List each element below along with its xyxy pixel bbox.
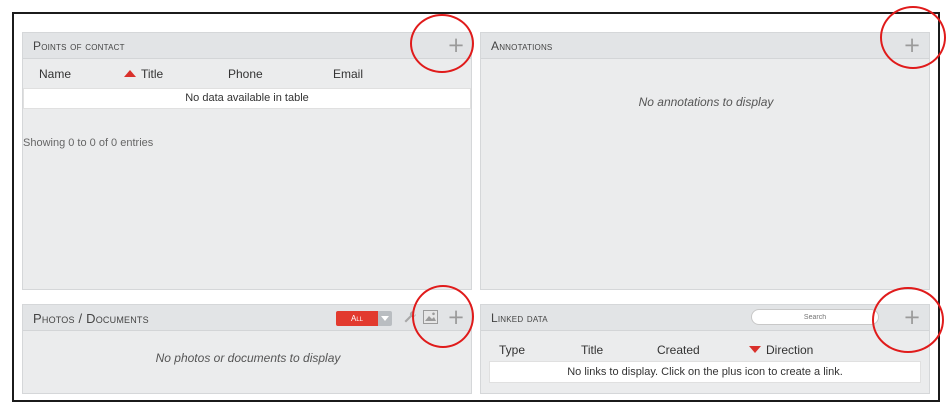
table-empty-row: No data available in table [23, 88, 471, 109]
dashboard-frame: Points of contact + Name Title Phone Ema… [12, 12, 940, 402]
column-header-title[interactable]: Title [124, 67, 163, 81]
annotations-panel: Annotations + No annotations to display [480, 32, 930, 290]
photos-documents-panel: Photos / Documents All + No photos or do… [22, 304, 472, 394]
panel-title: Photos / Documents [33, 311, 149, 326]
add-annotation-button[interactable]: + [903, 35, 921, 56]
add-link-button[interactable]: + [903, 307, 921, 328]
table-empty-row: No links to display. Click on the plus i… [489, 361, 921, 383]
chevron-down-icon [381, 316, 389, 321]
panel-title: Linked data [491, 311, 548, 325]
add-photo-button[interactable]: + [447, 307, 465, 328]
linked-data-panel: Linked data + Type Title Created Directi… [480, 304, 930, 394]
column-header-email[interactable]: Email [333, 67, 363, 81]
panel-header: Photos / Documents All + [23, 305, 471, 331]
search-input[interactable] [751, 309, 879, 325]
column-header-name[interactable]: Name [39, 67, 71, 81]
table-info: Showing 0 to 0 of 0 entries [23, 137, 154, 149]
panel-header: Annotations + [481, 33, 929, 59]
column-header-phone[interactable]: Phone [228, 67, 263, 81]
column-header-direction[interactable]: Direction [749, 343, 813, 357]
panel-title: Points of contact [33, 39, 125, 53]
panel-header: Linked data + [481, 305, 929, 331]
column-header-type[interactable]: Type [499, 343, 525, 357]
sort-asc-icon [124, 70, 136, 77]
column-header-direction-label: Direction [766, 343, 814, 357]
filter-dropdown[interactable]: All [336, 311, 378, 326]
column-header-title-label: Title [141, 67, 164, 81]
sort-desc-icon [749, 346, 761, 353]
panel-title: Annotations [491, 39, 553, 53]
filter-toggle[interactable] [378, 311, 392, 326]
add-contact-button[interactable]: + [447, 35, 465, 56]
photos-empty-message: No photos or documents to display [155, 351, 341, 365]
annotations-empty-message: No annotations to display [638, 95, 774, 109]
panel-header: Points of contact + [23, 33, 471, 59]
points-of-contact-panel: Points of contact + Name Title Phone Ema… [22, 32, 472, 290]
column-header-title[interactable]: Title [581, 343, 603, 357]
column-header-created[interactable]: Created [657, 343, 700, 357]
filter-dropdown-label: All [350, 314, 363, 323]
wrench-icon[interactable] [402, 309, 418, 330]
image-icon[interactable] [423, 310, 438, 329]
